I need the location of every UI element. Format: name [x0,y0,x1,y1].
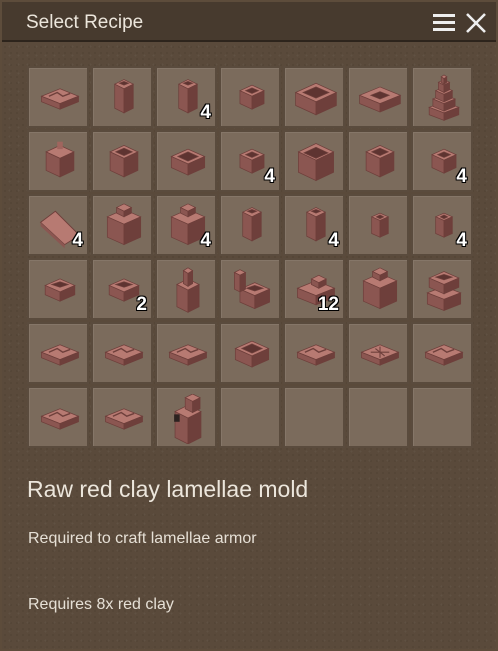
title-bar[interactable]: Select Recipe [2,2,496,42]
recipe-slot-small-block[interactable] [347,194,409,256]
clay-pot-icon [109,144,139,178]
recipe-output-quantity: 4 [200,230,211,251]
recipe-slot-long-mold[interactable] [347,66,409,128]
clay-flat-mold-icon [40,408,80,430]
hamburger-menu-icon[interactable] [433,13,457,33]
close-icon[interactable] [464,11,488,35]
recipe-slot-slab[interactable]: 4 [27,194,89,256]
recipe-slot-tall-block[interactable]: 4 [283,194,345,256]
clay-barrel-icon [45,141,75,178]
selected-recipe-name: Raw red clay lamellae mold [27,476,309,502]
recipe-slot-pot[interactable] [347,130,409,192]
selected-recipe-description: Required to craft lamellae armor [28,530,257,547]
recipe-slot-low-box[interactable] [27,258,89,320]
clay-flat-mold-icon [40,88,80,110]
recipe-slot-flat-mold[interactable] [283,322,345,384]
recipe-output-quantity: 4 [456,230,467,251]
recipe-slot-big-jar[interactable] [91,194,153,256]
recipe-slot-tall-block[interactable] [91,66,153,128]
empty-recipe-slot [411,386,473,448]
recipe-slot-tall-block[interactable] [219,194,281,256]
clay-flat-mold-icon [40,344,80,366]
clay-trough-icon [294,82,338,116]
recipe-slot-flat-mold[interactable] [411,322,473,384]
clay-flat-mold-icon [104,408,144,430]
recipe-slot-small-box[interactable]: 4 [219,130,281,192]
clay-low-box-icon [44,278,76,302]
recipe-slot-ingot-mold[interactable]: 12 [283,258,345,320]
clay-big-jar-icon [106,203,142,246]
recipe-slot-flat-mold[interactable] [155,322,217,384]
clay-flat-mold-icon [104,344,144,366]
recipe-slot-kiln[interactable] [219,258,281,320]
recipe-slot-big-box[interactable] [283,130,345,192]
recipe-slot-flat-mold[interactable] [27,66,89,128]
recipe-output-quantity: 12 [317,294,339,315]
recipe-grid: 4 4 4 4 4 4 4 2 12 [26,65,474,449]
clay-tall-block-icon [241,207,263,242]
recipe-slot-anvil[interactable] [411,258,473,320]
clay-open-box-icon [234,340,270,368]
clay-anvil-icon [426,271,462,311]
selected-recipe-requirement: Requires 8x red clay [28,596,174,613]
recipe-slot-big-jar[interactable] [347,258,409,320]
empty-recipe-slot [219,386,281,448]
recipe-slot-big-jar[interactable]: 4 [155,194,217,256]
recipe-slot-small-block[interactable]: 4 [411,194,473,256]
recipe-output-quantity: 4 [456,166,467,187]
select-recipe-dialog: Select Recipe 4 4 4 4 4 4 4 2 12 Raw red clay la… [0,0,498,651]
clay-long-mold-icon [358,86,402,113]
clay-flat-mold-icon [424,344,464,366]
recipe-slot-flat-mold[interactable] [91,322,153,384]
recipe-slot-barrel[interactable] [27,130,89,192]
recipe-slot-open-box[interactable] [155,130,217,192]
empty-recipe-slot [347,386,409,448]
clay-chimney-icon [176,267,200,313]
recipe-slot-flat-mold[interactable] [91,386,153,448]
clay-grid-mold-icon [360,344,400,366]
recipe-slot-tiered-stack[interactable] [411,66,473,128]
recipe-slot-stove[interactable] [155,386,217,448]
recipe-slot-small-box[interactable] [219,66,281,128]
clay-big-box-icon [297,143,335,182]
empty-recipe-slot [283,386,345,448]
clay-flat-mold-icon [296,344,336,366]
clay-tall-block-icon [113,79,135,114]
clay-flat-mold-icon [168,344,208,366]
recipe-output-quantity: 4 [200,102,211,123]
clay-open-box-icon [170,148,206,176]
recipe-slot-chimney[interactable] [155,258,217,320]
recipe-slot-grid-mold[interactable] [347,322,409,384]
recipe-output-quantity: 4 [264,166,275,187]
recipe-output-quantity: 4 [328,230,339,251]
dialog-title: Select Recipe [26,12,144,33]
recipe-slot-flat-mold[interactable] [27,386,89,448]
clay-stove-icon [174,394,202,444]
recipe-output-quantity: 2 [136,294,147,315]
recipe-slot-pot[interactable] [91,130,153,192]
clay-pot-icon [365,144,395,178]
clay-big-jar-icon [362,267,398,310]
clay-small-block-icon [370,212,390,238]
clay-tiered-stack-icon [428,74,460,121]
clay-kiln-icon [233,269,271,310]
recipe-slot-trough[interactable] [283,66,345,128]
recipe-output-quantity: 4 [72,230,83,251]
recipe-slot-tall-block[interactable]: 4 [155,66,217,128]
recipe-slot-small-box[interactable]: 4 [411,130,473,192]
recipe-slot-open-box[interactable] [219,322,281,384]
recipe-slot-flat-mold[interactable] [27,322,89,384]
clay-small-box-icon [239,84,265,110]
recipe-slot-low-box[interactable]: 2 [91,258,153,320]
